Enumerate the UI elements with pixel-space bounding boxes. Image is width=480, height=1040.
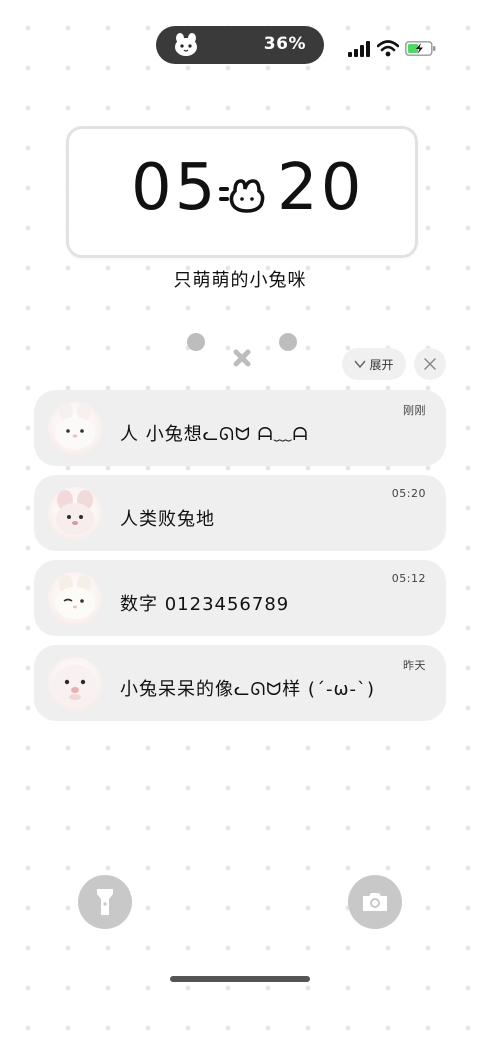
bunny-face-decoration: [187, 333, 297, 367]
signal-bars-icon: [348, 41, 370, 57]
notification-text: 人类败兔地: [120, 509, 215, 530]
clock-widget: 05 20: [66, 126, 418, 258]
clock-minutes: 20: [277, 151, 365, 225]
close-icon: [424, 358, 436, 370]
notification-text: 数字 0123456789: [120, 594, 290, 615]
notification-time: 05:12: [391, 572, 426, 585]
bunny-face-icon: [219, 179, 265, 213]
bunny-face-avatar: [48, 657, 102, 711]
lock-screen-tagline: 只萌萌的小兔咪: [173, 270, 307, 291]
notification-text: 小兔呆呆的像ᓚᘏᗢ样 (´-ω-`): [120, 679, 376, 700]
battery-percent: 36%: [263, 34, 306, 54]
dynamic-island: 36%: [156, 26, 324, 64]
notification-card[interactable]: 人 小兔想ᓚᘏᗢ ᗩ﹏ᗩ 刚刚: [34, 390, 446, 466]
flashlight-button[interactable]: [78, 875, 132, 929]
notification-card[interactable]: 数字 0123456789 05:12: [34, 560, 446, 636]
battery-charging-icon: [405, 41, 436, 56]
close-button[interactable]: [414, 348, 446, 380]
winking-bunny-avatar: [48, 572, 102, 626]
notification-time: 刚刚: [403, 404, 426, 417]
notification-time: 05:20: [391, 487, 426, 500]
camera-button[interactable]: [348, 875, 402, 929]
white-bunny-avatar: [48, 402, 102, 456]
home-indicator[interactable]: [170, 976, 310, 982]
flashlight-icon: [97, 889, 113, 915]
notification-card[interactable]: 小兔呆呆的像ᓚᘏᗢ样 (´-ω-`) 昨天: [34, 645, 446, 721]
clock-hours: 05: [131, 151, 219, 225]
pink-bunny-avatar: [48, 487, 102, 541]
bunny-face-icon: [175, 33, 197, 56]
camera-icon: [363, 893, 387, 911]
wifi-icon: [377, 40, 399, 57]
chevron-down-icon: [354, 360, 367, 369]
notification-text: 人 小兔想ᓚᘏᗢ ᗩ﹏ᗩ: [120, 424, 309, 445]
notification-card[interactable]: 人类败兔地 05:20: [34, 475, 446, 551]
notification-time: 昨天: [403, 659, 426, 672]
expand-button[interactable]: 展开: [342, 348, 406, 380]
expand-label: 展开: [369, 357, 394, 372]
